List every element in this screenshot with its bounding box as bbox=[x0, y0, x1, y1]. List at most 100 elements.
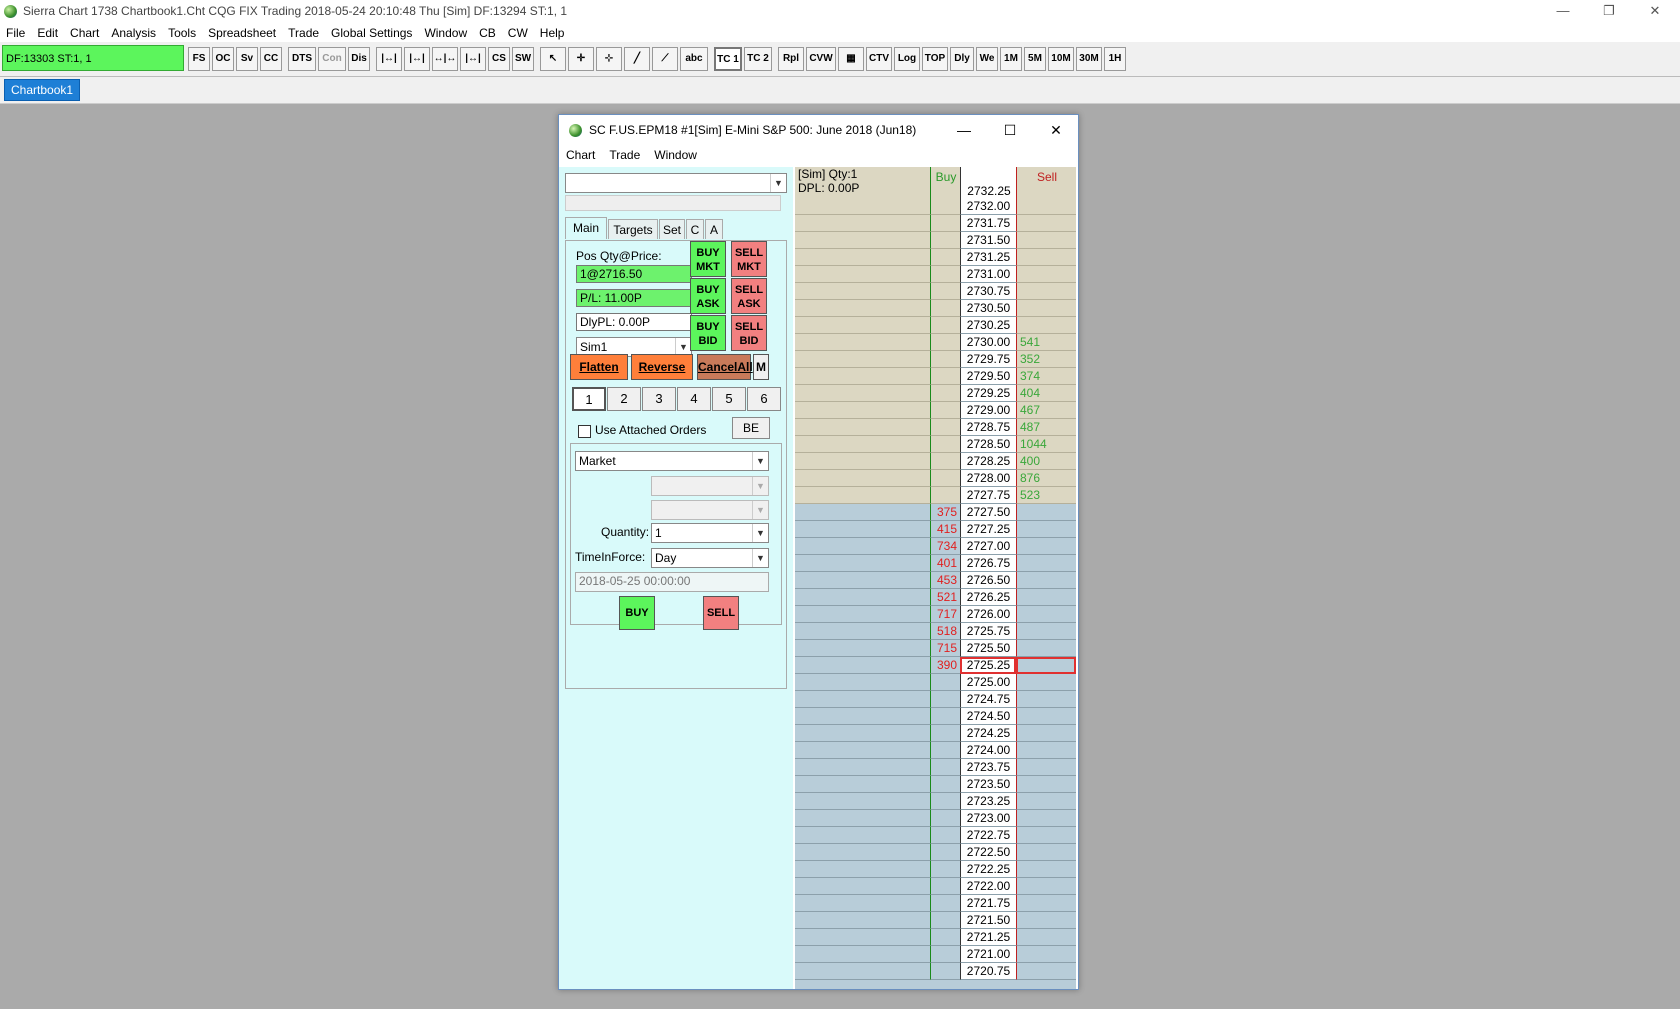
ladder-price-cell[interactable]: 2721.00 bbox=[960, 946, 1016, 963]
ladder-buy-cell[interactable]: 717 bbox=[930, 606, 960, 623]
ladder-sell-cell[interactable] bbox=[1016, 878, 1076, 895]
ladder-sell-cell[interactable] bbox=[1016, 810, 1076, 827]
menu-trade[interactable]: Trade bbox=[282, 24, 325, 42]
ladder-price-cell[interactable]: 2721.25 bbox=[960, 929, 1016, 946]
ladder-sell-cell[interactable] bbox=[1016, 589, 1076, 606]
ladder-buy-cell[interactable] bbox=[930, 351, 960, 368]
ladder-buy-cell[interactable] bbox=[930, 810, 960, 827]
ladder-buy-cell[interactable]: 518 bbox=[930, 623, 960, 640]
ladder-sell-cell[interactable] bbox=[1016, 793, 1076, 810]
toolbar-button-18[interactable]: abc bbox=[680, 47, 708, 71]
tab-set[interactable]: Set bbox=[659, 219, 685, 239]
ladder-sell-cell[interactable] bbox=[1016, 844, 1076, 861]
ladder-price-cell[interactable]: 2732.00 bbox=[960, 198, 1016, 215]
ladder-price-cell[interactable]: 2724.75 bbox=[960, 691, 1016, 708]
ladder-buy-cell[interactable]: 375 bbox=[930, 504, 960, 521]
tab-c[interactable]: C bbox=[686, 219, 704, 239]
menu-spreadsheet[interactable]: Spreadsheet bbox=[202, 24, 282, 42]
ladder-sell-cell[interactable] bbox=[1016, 742, 1076, 759]
toolbar-button-3[interactable]: CC bbox=[260, 47, 282, 71]
ladder-sell-cell[interactable] bbox=[1016, 674, 1076, 691]
ladder-price-cell[interactable]: 2724.25 bbox=[960, 725, 1016, 742]
ladder-buy-cell[interactable] bbox=[930, 402, 960, 419]
ladder-price-cell[interactable]: 2724.50 bbox=[960, 708, 1016, 725]
buy-button[interactable]: BUY bbox=[619, 596, 655, 630]
ladder-price-cell[interactable]: 2729.75 bbox=[960, 351, 1016, 368]
toolbar-button-26[interactable]: TOP bbox=[922, 47, 948, 71]
ladder-buy-cell[interactable]: 734 bbox=[930, 538, 960, 555]
toolbar-button-21[interactable]: Rpl bbox=[778, 47, 804, 71]
ladder-price-cell[interactable]: 2722.25 bbox=[960, 861, 1016, 878]
ladder-buy-cell[interactable] bbox=[930, 198, 960, 215]
ladder-price-cell[interactable]: 2723.50 bbox=[960, 776, 1016, 793]
ladder-buy-cell[interactable]: 390 bbox=[930, 657, 960, 674]
ladder-sell-cell[interactable] bbox=[1016, 266, 1076, 283]
ladder-price-cell[interactable]: 2731.00 bbox=[960, 266, 1016, 283]
ladder-sell-cell[interactable] bbox=[1016, 861, 1076, 878]
toolbar-button-13[interactable]: ↖ bbox=[540, 47, 566, 71]
ladder-price-cell[interactable]: 2725.00 bbox=[960, 674, 1016, 691]
toolbar-button-33[interactable]: 1H bbox=[1104, 47, 1126, 71]
ladder-sell-cell[interactable] bbox=[1016, 657, 1076, 674]
ladder-buy-cell[interactable] bbox=[930, 963, 960, 980]
ladder-price-cell[interactable]: 2727.25 bbox=[960, 521, 1016, 538]
ladder-price-cell[interactable]: 2722.00 bbox=[960, 878, 1016, 895]
ladder-price-cell[interactable]: 2729.50 bbox=[960, 368, 1016, 385]
ladder-price-cell[interactable]: 2730.50 bbox=[960, 300, 1016, 317]
symbol-dropdown[interactable]: ▼ bbox=[565, 173, 787, 193]
ladder-sell-cell[interactable] bbox=[1016, 623, 1076, 640]
ladder-buy-cell[interactable] bbox=[930, 300, 960, 317]
toolbar-button-24[interactable]: CTV bbox=[866, 47, 892, 71]
order-type-dropdown[interactable]: Market ▼ bbox=[575, 451, 769, 471]
ladder-sell-cell[interactable] bbox=[1016, 725, 1076, 742]
toolbar-button-19[interactable]: TC 1 bbox=[714, 47, 742, 71]
qty-preset-3[interactable]: 3 bbox=[642, 387, 676, 411]
menu-analysis[interactable]: Analysis bbox=[105, 24, 162, 42]
ladder-price-cell[interactable]: 2724.00 bbox=[960, 742, 1016, 759]
menu-tools[interactable]: Tools bbox=[162, 24, 202, 42]
qty-preset-6[interactable]: 6 bbox=[747, 387, 781, 411]
ladder-sell-cell[interactable] bbox=[1016, 912, 1076, 929]
menu-global-settings[interactable]: Global Settings bbox=[325, 24, 418, 42]
ladder-price-cell[interactable]: 2723.00 bbox=[960, 810, 1016, 827]
ladder-sell-cell[interactable] bbox=[1016, 929, 1076, 946]
ladder-buy-cell[interactable] bbox=[930, 912, 960, 929]
toolbar-button-9[interactable]: ↔|↔ bbox=[432, 47, 458, 71]
ladder-sell-cell[interactable] bbox=[1016, 759, 1076, 776]
qty-preset-2[interactable]: 2 bbox=[607, 387, 641, 411]
ladder-buy-cell[interactable]: 715 bbox=[930, 640, 960, 657]
child-menu-chart[interactable]: Chart bbox=[559, 145, 602, 165]
menu-chart[interactable]: Chart bbox=[64, 24, 105, 42]
qty-preset-1[interactable]: 1 bbox=[572, 387, 606, 411]
menu-edit[interactable]: Edit bbox=[31, 24, 64, 42]
toolbar-button-27[interactable]: Dly bbox=[950, 47, 974, 71]
toolbar-button-7[interactable]: |↔| bbox=[376, 47, 402, 71]
ladder-price-cell[interactable]: 2725.75 bbox=[960, 623, 1016, 640]
ladder-sell-cell[interactable] bbox=[1016, 946, 1076, 963]
use-attached-checkbox[interactable] bbox=[578, 425, 591, 438]
ladder-price-cell[interactable]: 2730.75 bbox=[960, 283, 1016, 300]
toolbar-button-5[interactable]: Con bbox=[318, 47, 346, 71]
toolbar-button-17[interactable]: ⟋ bbox=[652, 47, 678, 71]
ladder-sell-cell[interactable]: 352 bbox=[1016, 351, 1076, 368]
ladder-price-cell[interactable]: 2726.50 bbox=[960, 572, 1016, 589]
toolbar-button-30[interactable]: 5M bbox=[1024, 47, 1046, 71]
ladder-buy-cell[interactable] bbox=[930, 436, 960, 453]
ladder-sell-cell[interactable]: 541 bbox=[1016, 334, 1076, 351]
ladder-sell-cell[interactable]: 487 bbox=[1016, 419, 1076, 436]
menu-window[interactable]: Window bbox=[418, 24, 473, 42]
ladder-sell-cell[interactable] bbox=[1016, 776, 1076, 793]
toolbar-button-23[interactable]: ▦ bbox=[838, 47, 864, 71]
toolbar-button-4[interactable]: DTS bbox=[288, 47, 316, 71]
menu-help[interactable]: Help bbox=[534, 24, 571, 42]
ladder-price-cell[interactable]: 2725.50 bbox=[960, 640, 1016, 657]
ladder-buy-cell[interactable]: 415 bbox=[930, 521, 960, 538]
toolbar-button-8[interactable]: |↔| bbox=[404, 47, 430, 71]
toolbar-button-1[interactable]: OC bbox=[212, 47, 234, 71]
restore-button[interactable]: ❐ bbox=[1586, 0, 1632, 22]
ladder-buy-cell[interactable] bbox=[930, 776, 960, 793]
ladder-sell-cell[interactable] bbox=[1016, 963, 1076, 980]
tab-main[interactable]: Main bbox=[565, 217, 607, 239]
sell-bid-button[interactable]: SELL BID bbox=[731, 315, 767, 351]
qty-preset-4[interactable]: 4 bbox=[677, 387, 711, 411]
